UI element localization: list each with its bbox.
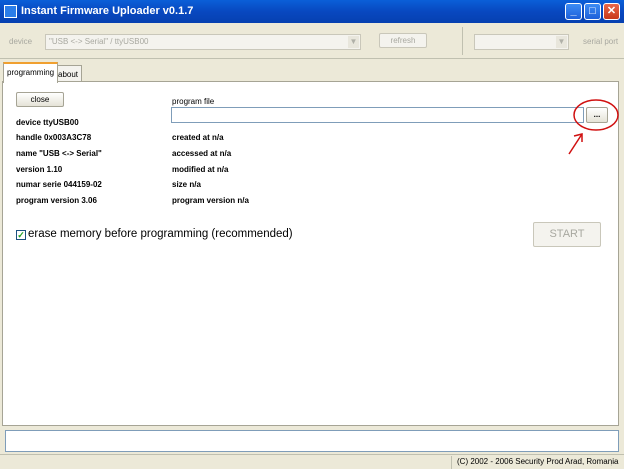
tab-programming[interactable]: programming	[3, 62, 59, 83]
program-file-input[interactable]	[171, 107, 584, 123]
app-icon	[4, 5, 17, 18]
minimize-button[interactable]: _	[565, 3, 582, 20]
device-serial-number-text: numar serie 044159-02	[16, 180, 102, 189]
annotation-circle	[573, 99, 619, 131]
device-select-value: "USB <-> Serial" / ttyUSB00	[49, 37, 149, 46]
annotation-overlay	[568, 99, 619, 155]
status-bar: (C) 2002 - 2006 Security Prod Arad, Roma…	[0, 454, 624, 469]
erase-memory-label: erase memory before programming (recomme…	[28, 228, 293, 240]
device-label: device	[9, 37, 33, 46]
device-toolbar: device "USB <-> Serial" / ttyUSB00 ▼ ref…	[0, 23, 624, 59]
serial-port-select[interactable]: ▼	[474, 34, 569, 50]
status-message-box	[5, 430, 619, 452]
title-bar: Instant Firmware Uploader v0.1.7 _ □ ✕	[0, 0, 624, 23]
start-button[interactable]: START	[533, 222, 601, 247]
file-modified-text: modified at n/a	[172, 165, 229, 174]
status-bar-divider	[451, 456, 452, 469]
file-size-text: size n/a	[172, 180, 201, 189]
maximize-icon: □	[589, 5, 596, 17]
window-title: Instant Firmware Uploader v0.1.7	[21, 5, 194, 17]
device-select[interactable]: "USB <-> Serial" / ttyUSB00 ▼	[45, 34, 361, 50]
close-icon: ✕	[606, 5, 617, 17]
programming-panel	[2, 81, 619, 426]
close-device-button[interactable]: close	[16, 92, 64, 107]
device-name-text: device ttyUSB00	[16, 118, 79, 127]
file-created-text: created at n/a	[172, 133, 224, 142]
device-version-text: version 1.10	[16, 165, 63, 174]
file-accessed-text: accessed at n/a	[172, 149, 232, 158]
toolbar-divider	[462, 27, 463, 55]
file-program-version-text: program version n/a	[172, 196, 249, 205]
device-product-name-text: name "USB <-> Serial"	[16, 149, 102, 158]
annotation-arrow-line	[568, 133, 583, 155]
device-program-version-text: program version 3.06	[16, 196, 97, 205]
copyright-text: (C) 2002 - 2006 Security Prod Arad, Roma…	[457, 457, 619, 466]
resize-grip-icon[interactable]: ⋰	[610, 458, 620, 468]
close-window-button[interactable]: ✕	[603, 3, 620, 20]
serial-port-label: serial port	[583, 37, 619, 46]
erase-memory-checkbox[interactable]: ✓	[16, 230, 26, 240]
refresh-button[interactable]: refresh	[379, 33, 427, 48]
chevron-down-icon: ▼	[556, 36, 567, 48]
chevron-down-icon: ▼	[348, 36, 359, 48]
device-handle-text: handle 0x003A3C78	[16, 133, 92, 142]
program-file-label: program file	[172, 97, 215, 106]
minimize-icon: _	[570, 5, 577, 17]
maximize-button[interactable]: □	[584, 3, 601, 20]
